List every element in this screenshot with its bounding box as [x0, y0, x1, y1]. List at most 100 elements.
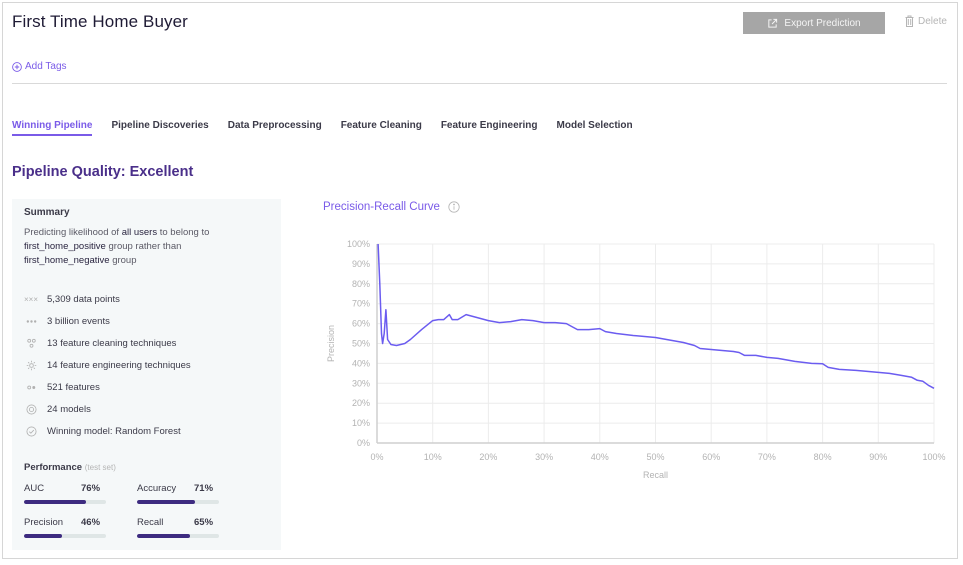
x-tick-label: 70% [758, 452, 776, 462]
export-prediction-button[interactable]: Export Prediction [743, 12, 885, 34]
stat-item: ××× 5,309 data points [24, 288, 191, 310]
desc-text: group [109, 255, 137, 266]
metric-bar [24, 534, 106, 538]
metric-label: Precision [24, 517, 64, 528]
stat-text: 3 billion events [47, 315, 110, 327]
data-points-icon: ××× [24, 294, 39, 304]
desc-highlight-users: all users [121, 227, 158, 238]
y-tick-label: 90% [352, 259, 370, 269]
chart-ticks: 0% 10% 20% 30% 40% 50% 60% 70% 80% 90% 100% 0% 10% 20… [347, 239, 946, 462]
metric-bar-fill [24, 500, 87, 504]
stat-item: 24 models [24, 398, 191, 420]
desc-text: to belong to [157, 227, 210, 238]
gear-icon [24, 360, 38, 371]
models-icon [24, 404, 38, 415]
external-link-icon [768, 18, 778, 28]
desc-text: Predicting likelihood of [24, 227, 122, 238]
y-tick-label: 0% [357, 438, 370, 448]
stat-text: Winning model: Random Forest [47, 425, 181, 437]
stat-text: 13 feature cleaning techniques [47, 337, 177, 349]
tab-feature-cleaning[interactable]: Feature Cleaning [341, 120, 422, 136]
metric-bar-fill [24, 534, 62, 538]
chart-title-text: Precision-Recall Curve [323, 201, 440, 213]
pr-curve-line [377, 243, 935, 389]
add-tags-link[interactable]: Add Tags [12, 61, 67, 72]
metric-bar-fill [137, 500, 196, 504]
metric-label: AUC [24, 483, 45, 494]
add-tags-label: Add Tags [25, 61, 67, 72]
tab-bar: Winning Pipeline Pipeline Discoveries Da… [12, 120, 652, 136]
x-axis-label: Recall [643, 470, 668, 480]
cleaning-icon [24, 338, 38, 349]
metric-label: Accuracy [137, 483, 177, 494]
y-tick-label: 70% [352, 299, 370, 309]
delete-label: Delete [918, 15, 947, 27]
info-icon[interactable] [448, 201, 460, 213]
delete-button[interactable]: Delete [905, 15, 947, 27]
pipeline-quality-heading: Pipeline Quality: Excellent [12, 164, 194, 180]
metric-label: Recall [137, 517, 164, 528]
check-circle-icon [24, 426, 38, 437]
metric-value: 46% [81, 517, 101, 528]
metric-value: 65% [194, 517, 214, 528]
stat-item: 3 billion events [24, 310, 191, 332]
x-tick-label: 0% [370, 452, 383, 462]
stats-list: ××× 5,309 data points 3 billion events 1… [24, 288, 191, 442]
y-tick-label: 20% [352, 398, 370, 408]
tab-pipeline-discoveries[interactable]: Pipeline Discoveries [111, 120, 208, 136]
x-tick-label: 80% [814, 452, 832, 462]
x-tick-label: 100% [922, 452, 945, 462]
x-tick-label: 90% [869, 452, 887, 462]
y-tick-label: 40% [352, 358, 370, 368]
performance-subtitle: (test set) [84, 463, 116, 472]
metric-bar [24, 500, 106, 504]
events-icon [24, 316, 38, 327]
header-divider [12, 83, 947, 84]
x-tick-label: 60% [702, 452, 720, 462]
stat-item: 13 feature cleaning techniques [24, 332, 191, 354]
tab-model-selection[interactable]: Model Selection [557, 120, 633, 136]
desc-text: group rather than [105, 241, 182, 252]
summary-heading: Summary [24, 207, 70, 218]
tab-feature-engineering[interactable]: Feature Engineering [441, 120, 538, 136]
stat-text: 521 features [47, 381, 100, 393]
x-tick-label: 10% [424, 452, 442, 462]
stat-text: 14 feature engineering techniques [47, 359, 191, 371]
metric-bar-fill [137, 534, 191, 538]
metric-bar [137, 500, 219, 504]
chart-title: Precision-Recall Curve [323, 201, 460, 213]
stat-item: 14 feature engineering techniques [24, 354, 191, 376]
performance-heading: Performance (test set) [24, 462, 116, 473]
y-tick-label: 80% [352, 279, 370, 289]
metric-value: 71% [194, 483, 214, 494]
y-axis-label: Precision [326, 325, 336, 362]
trash-icon [905, 15, 914, 27]
y-tick-label: 10% [352, 418, 370, 428]
page-title: First Time Home Buyer [12, 12, 188, 31]
x-tick-label: 30% [535, 452, 553, 462]
x-tick-label: 40% [591, 452, 609, 462]
x-tick-label: 20% [479, 452, 497, 462]
y-tick-label: 30% [352, 378, 370, 388]
stat-text: 24 models [47, 403, 91, 415]
features-icon [24, 382, 38, 393]
desc-highlight-negative-group: first_home_negative [24, 255, 110, 266]
precision-recall-chart: 0% 10% 20% 30% 40% 50% 60% 70% 80% 90% 100% 0% 10% 20… [326, 239, 946, 480]
tab-data-preprocessing[interactable]: Data Preprocessing [228, 120, 322, 136]
export-prediction-label: Export Prediction [784, 17, 861, 29]
desc-highlight-positive-group: first_home_positive [24, 241, 106, 252]
metric-value: 76% [81, 483, 101, 494]
plus-circle-icon [12, 61, 22, 72]
y-tick-label: 100% [347, 239, 370, 249]
y-tick-label: 60% [352, 319, 370, 329]
summary-description: Predicting likelihood of all users to be… [24, 226, 264, 268]
stat-item: Winning model: Random Forest [24, 420, 191, 442]
chart-grid [377, 243, 935, 443]
tab-winning-pipeline[interactable]: Winning Pipeline [12, 120, 93, 136]
summary-panel: Summary Predicting likelihood of all use… [12, 199, 281, 550]
stat-text: 5,309 data points [47, 293, 120, 305]
performance-title: Performance [24, 462, 83, 473]
y-tick-label: 50% [352, 339, 370, 349]
x-tick-label: 50% [646, 452, 664, 462]
stat-item: 521 features [24, 376, 191, 398]
